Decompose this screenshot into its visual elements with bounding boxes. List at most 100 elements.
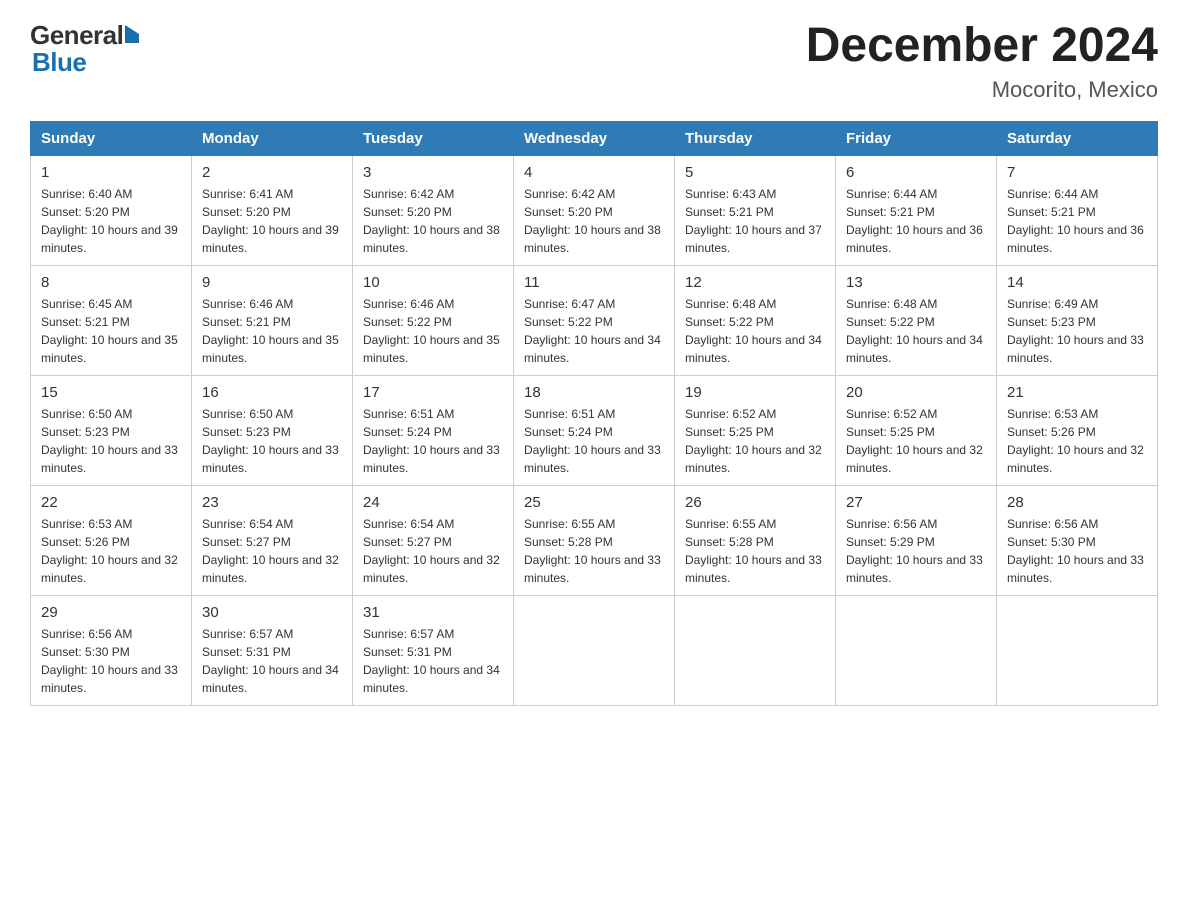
calendar-cell <box>836 595 997 705</box>
day-info: Sunrise: 6:54 AMSunset: 5:27 PMDaylight:… <box>202 515 342 587</box>
day-number: 27 <box>846 494 986 511</box>
col-header-wednesday: Wednesday <box>514 121 675 155</box>
calendar-cell: 28Sunrise: 6:56 AMSunset: 5:30 PMDayligh… <box>997 485 1158 595</box>
calendar-cell: 24Sunrise: 6:54 AMSunset: 5:27 PMDayligh… <box>353 485 514 595</box>
calendar-cell: 25 Sunrise: 6:55 AMSunset: 5:28 PMDayligh… <box>514 485 675 595</box>
calendar-cell: 2 Sunrise: 6:41 AMSunset: 5:20 PMDaylight… <box>192 155 353 265</box>
day-number: 3 <box>363 164 503 181</box>
day-info: Sunrise: 6:46 AMSunset: 5:21 PMDaylight:… <box>202 295 342 367</box>
page-header: General Blue December 2024 Mocorito, Mex… <box>30 20 1158 103</box>
calendar-week-row: 29 Sunrise: 6:56 AMSunset: 5:30 PMDayligh… <box>31 595 1158 705</box>
day-info: Sunrise: 6:53 AMSunset: 5:26 PMDaylight:… <box>41 515 181 587</box>
calendar-cell: 16 Sunrise: 6:50 AMSunset: 5:23 PMDayligh… <box>192 375 353 485</box>
calendar-cell: 14Sunrise: 6:49 AMSunset: 5:23 PMDayligh… <box>997 265 1158 375</box>
day-number: 21 <box>1007 384 1147 401</box>
day-info: Sunrise: 6:52 AMSunset: 5:25 PMDaylight:… <box>685 405 825 477</box>
day-number: 31 <box>363 604 503 621</box>
calendar-cell: 17 Sunrise: 6:51 AMSunset: 5:24 PMDayligh… <box>353 375 514 485</box>
day-number: 19 <box>685 384 825 401</box>
calendar-cell: 18Sunrise: 6:51 AMSunset: 5:24 PMDayligh… <box>514 375 675 485</box>
col-header-thursday: Thursday <box>675 121 836 155</box>
calendar-cell: 19 Sunrise: 6:52 AMSunset: 5:25 PMDayligh… <box>675 375 836 485</box>
calendar-cell: 5 Sunrise: 6:43 AMSunset: 5:21 PMDaylight… <box>675 155 836 265</box>
day-info: Sunrise: 6:42 AMSunset: 5:20 PMDaylight:… <box>363 185 503 257</box>
calendar-cell: 29 Sunrise: 6:56 AMSunset: 5:30 PMDayligh… <box>31 595 192 705</box>
calendar-cell: 22 Sunrise: 6:53 AMSunset: 5:26 PMDayligh… <box>31 485 192 595</box>
day-number: 10 <box>363 274 503 291</box>
calendar-cell: 6Sunrise: 6:44 AMSunset: 5:21 PMDaylight… <box>836 155 997 265</box>
day-number: 18 <box>524 384 664 401</box>
day-info: Sunrise: 6:46 AMSunset: 5:22 PMDaylight:… <box>363 295 503 367</box>
calendar-cell: 12 Sunrise: 6:48 AMSunset: 5:22 PMDayligh… <box>675 265 836 375</box>
calendar-cell: 23 Sunrise: 6:54 AMSunset: 5:27 PMDayligh… <box>192 485 353 595</box>
col-header-sunday: Sunday <box>31 121 192 155</box>
day-info: Sunrise: 6:48 AMSunset: 5:22 PMDaylight:… <box>685 295 825 367</box>
day-number: 11 <box>524 274 664 291</box>
col-header-tuesday: Tuesday <box>353 121 514 155</box>
calendar-cell <box>675 595 836 705</box>
calendar-cell: 3 Sunrise: 6:42 AMSunset: 5:20 PMDaylight… <box>353 155 514 265</box>
title-block: December 2024 Mocorito, Mexico <box>806 20 1158 103</box>
day-info: Sunrise: 6:50 AMSunset: 5:23 PMDaylight:… <box>202 405 342 477</box>
col-header-monday: Monday <box>192 121 353 155</box>
day-number: 9 <box>202 274 342 291</box>
day-number: 13 <box>846 274 986 291</box>
day-info: Sunrise: 6:47 AMSunset: 5:22 PMDaylight:… <box>524 295 664 367</box>
day-info: Sunrise: 6:56 AMSunset: 5:30 PMDaylight:… <box>1007 515 1147 587</box>
day-info: Sunrise: 6:50 AMSunset: 5:23 PMDaylight:… <box>41 405 181 477</box>
calendar-cell: 26Sunrise: 6:55 AMSunset: 5:28 PMDayligh… <box>675 485 836 595</box>
day-number: 5 <box>685 164 825 181</box>
day-number: 17 <box>363 384 503 401</box>
logo-blue-text: Blue <box>32 47 86 78</box>
day-info: Sunrise: 6:41 AMSunset: 5:20 PMDaylight:… <box>202 185 342 257</box>
day-number: 8 <box>41 274 181 291</box>
day-info: Sunrise: 6:55 AMSunset: 5:28 PMDaylight:… <box>524 515 664 587</box>
calendar-cell: 9 Sunrise: 6:46 AMSunset: 5:21 PMDaylight… <box>192 265 353 375</box>
day-info: Sunrise: 6:43 AMSunset: 5:21 PMDaylight:… <box>685 185 825 257</box>
day-number: 2 <box>202 164 342 181</box>
subtitle: Mocorito, Mexico <box>806 77 1158 103</box>
day-number: 20 <box>846 384 986 401</box>
day-number: 12 <box>685 274 825 291</box>
calendar-cell: 11 Sunrise: 6:47 AMSunset: 5:22 PMDayligh… <box>514 265 675 375</box>
calendar-week-row: 15Sunrise: 6:50 AMSunset: 5:23 PMDayligh… <box>31 375 1158 485</box>
calendar-cell: 4 Sunrise: 6:42 AMSunset: 5:20 PMDaylight… <box>514 155 675 265</box>
calendar-cell: 15Sunrise: 6:50 AMSunset: 5:23 PMDayligh… <box>31 375 192 485</box>
main-title: December 2024 <box>806 20 1158 73</box>
day-info: Sunrise: 6:42 AMSunset: 5:20 PMDaylight:… <box>524 185 664 257</box>
day-info: Sunrise: 6:45 AMSunset: 5:21 PMDaylight:… <box>41 295 181 367</box>
calendar-cell <box>514 595 675 705</box>
day-info: Sunrise: 6:52 AMSunset: 5:25 PMDaylight:… <box>846 405 986 477</box>
day-info: Sunrise: 6:57 AMSunset: 5:31 PMDaylight:… <box>202 625 342 697</box>
day-info: Sunrise: 6:56 AMSunset: 5:29 PMDaylight:… <box>846 515 986 587</box>
day-number: 22 <box>41 494 181 511</box>
day-info: Sunrise: 6:40 AMSunset: 5:20 PMDaylight:… <box>41 185 181 257</box>
day-number: 23 <box>202 494 342 511</box>
calendar-cell: 1Sunrise: 6:40 AMSunset: 5:20 PMDaylight… <box>31 155 192 265</box>
calendar-cell: 30 Sunrise: 6:57 AMSunset: 5:31 PMDayligh… <box>192 595 353 705</box>
col-header-friday: Friday <box>836 121 997 155</box>
day-info: Sunrise: 6:44 AMSunset: 5:21 PMDaylight:… <box>1007 185 1147 257</box>
day-info: Sunrise: 6:56 AMSunset: 5:30 PMDaylight:… <box>41 625 181 697</box>
calendar-week-row: 22 Sunrise: 6:53 AMSunset: 5:26 PMDayligh… <box>31 485 1158 595</box>
day-info: Sunrise: 6:54 AMSunset: 5:27 PMDaylight:… <box>363 515 503 587</box>
logo-triangle-icon <box>125 25 139 43</box>
day-number: 16 <box>202 384 342 401</box>
day-info: Sunrise: 6:49 AMSunset: 5:23 PMDaylight:… <box>1007 295 1147 367</box>
day-number: 7 <box>1007 164 1147 181</box>
day-info: Sunrise: 6:51 AMSunset: 5:24 PMDaylight:… <box>363 405 503 477</box>
day-info: Sunrise: 6:55 AMSunset: 5:28 PMDaylight:… <box>685 515 825 587</box>
day-number: 30 <box>202 604 342 621</box>
day-number: 29 <box>41 604 181 621</box>
calendar-cell: 13 Sunrise: 6:48 AMSunset: 5:22 PMDayligh… <box>836 265 997 375</box>
day-info: Sunrise: 6:48 AMSunset: 5:22 PMDaylight:… <box>846 295 986 367</box>
day-number: 4 <box>524 164 664 181</box>
calendar-week-row: 1Sunrise: 6:40 AMSunset: 5:20 PMDaylight… <box>31 155 1158 265</box>
calendar-cell: 31Sunrise: 6:57 AMSunset: 5:31 PMDayligh… <box>353 595 514 705</box>
calendar-table: SundayMondayTuesdayWednesdayThursdayFrid… <box>30 121 1158 706</box>
calendar-cell: 10 Sunrise: 6:46 AMSunset: 5:22 PMDayligh… <box>353 265 514 375</box>
calendar-cell: 8 Sunrise: 6:45 AMSunset: 5:21 PMDaylight… <box>31 265 192 375</box>
calendar-cell: 21 Sunrise: 6:53 AMSunset: 5:26 PMDayligh… <box>997 375 1158 485</box>
day-number: 25 <box>524 494 664 511</box>
day-info: Sunrise: 6:53 AMSunset: 5:26 PMDaylight:… <box>1007 405 1147 477</box>
